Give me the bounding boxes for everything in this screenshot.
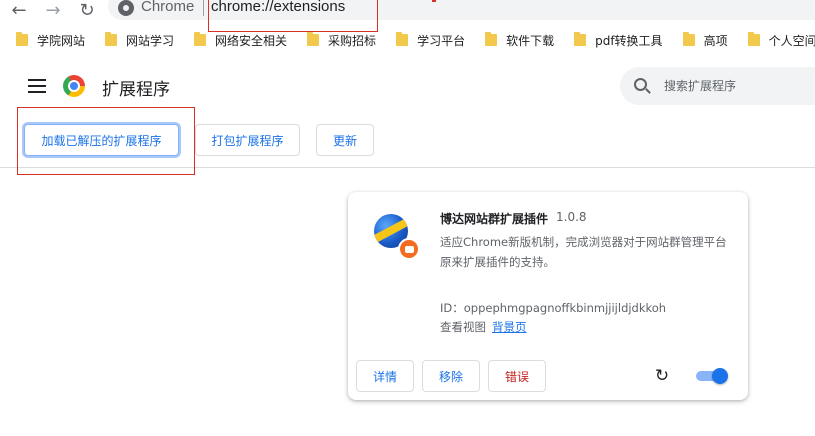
folder-icon	[485, 32, 498, 46]
extension-card: 博达网站群扩展插件 1.0.8 适应Chrome新版机制，完成浏览器对于网站群管…	[348, 192, 748, 400]
remove-button[interactable]: 移除	[422, 360, 480, 392]
bookmark-item[interactable]: 学院网站	[16, 32, 85, 49]
bookmark-item[interactable]: 个人空间	[747, 32, 815, 49]
inspect-views: 查看视图 背景页	[440, 319, 527, 335]
reload-icon[interactable]: ↻	[76, 0, 98, 21]
card-footer: 详情 移除 错误 ↻	[348, 352, 748, 400]
bookmark-item[interactable]: 网络安全相关	[194, 32, 287, 49]
folder-icon	[747, 32, 760, 46]
reload-extension-icon[interactable]: ↻	[654, 368, 670, 385]
annotation-mark	[432, 0, 436, 2]
extensions-header: 扩展程序	[0, 56, 815, 112]
chrome-logo-icon	[63, 75, 85, 97]
load-unpacked-button[interactable]: 加载已解压的扩展程序	[24, 124, 179, 156]
folder-icon	[396, 32, 409, 46]
extension-version: 1.0.8	[556, 210, 587, 224]
background-page-link[interactable]: 背景页	[492, 320, 527, 334]
bookmark-item[interactable]: 网站学习	[105, 32, 174, 49]
enable-toggle[interactable]	[696, 368, 728, 384]
forward-arrow-icon[interactable]: →	[42, 0, 64, 21]
folder-icon	[307, 32, 320, 46]
details-button[interactable]: 详情	[356, 360, 414, 392]
bookmark-item[interactable]: 软件下载	[485, 32, 554, 49]
bookmark-item[interactable]: 采购招标	[307, 32, 376, 49]
extension-id: ID：oppephmgpagnoffkbinmjjijldjdkkoh	[440, 301, 667, 315]
toggle-knob	[712, 368, 728, 384]
folder-icon	[682, 32, 695, 46]
chrome-site-icon[interactable]	[118, 0, 134, 16]
search-input[interactable]	[664, 76, 814, 96]
extension-logo-icon	[374, 214, 420, 260]
browser-toolbar: ← → ↻ Chrome chrome://extensions	[0, 0, 815, 32]
omnibox-chip: Chrome	[141, 0, 195, 15]
omnibox-separator	[203, 0, 204, 16]
folder-icon	[16, 32, 28, 46]
address-url[interactable]: chrome://extensions	[211, 0, 345, 15]
folder-icon	[105, 32, 118, 46]
pack-extension-button[interactable]: 打包扩展程序	[195, 124, 300, 156]
folder-icon	[194, 32, 207, 46]
errors-button[interactable]: 错误	[488, 360, 546, 392]
back-arrow-icon[interactable]: ←	[8, 0, 30, 21]
inspect-views-label: 查看视图	[440, 320, 486, 334]
bookmark-item[interactable]: 高项	[682, 32, 728, 49]
bookmarks-bar: 学院网站 网站学习 网络安全相关 采购招标 学习平台 软件下载 pdf转换工具 …	[0, 26, 815, 54]
folder-icon	[574, 32, 587, 46]
developer-toolbar: 加载已解压的扩展程序 打包扩展程序 更新	[0, 112, 815, 168]
camera-badge-icon	[398, 238, 420, 260]
extension-description: 适应Chrome新版机制，完成浏览器对于网站群管理平台原来扩展插件的支持。	[440, 235, 727, 269]
update-button[interactable]: 更新	[316, 124, 374, 156]
search-icon[interactable]	[634, 78, 647, 91]
extension-name: 博达网站群扩展插件	[440, 212, 549, 226]
bookmark-item[interactable]: 学习平台	[396, 32, 465, 49]
bookmark-item[interactable]: pdf转换工具	[574, 32, 663, 49]
page-title: 扩展程序	[102, 80, 170, 100]
search-box[interactable]	[620, 67, 815, 105]
menu-icon[interactable]	[28, 79, 46, 93]
